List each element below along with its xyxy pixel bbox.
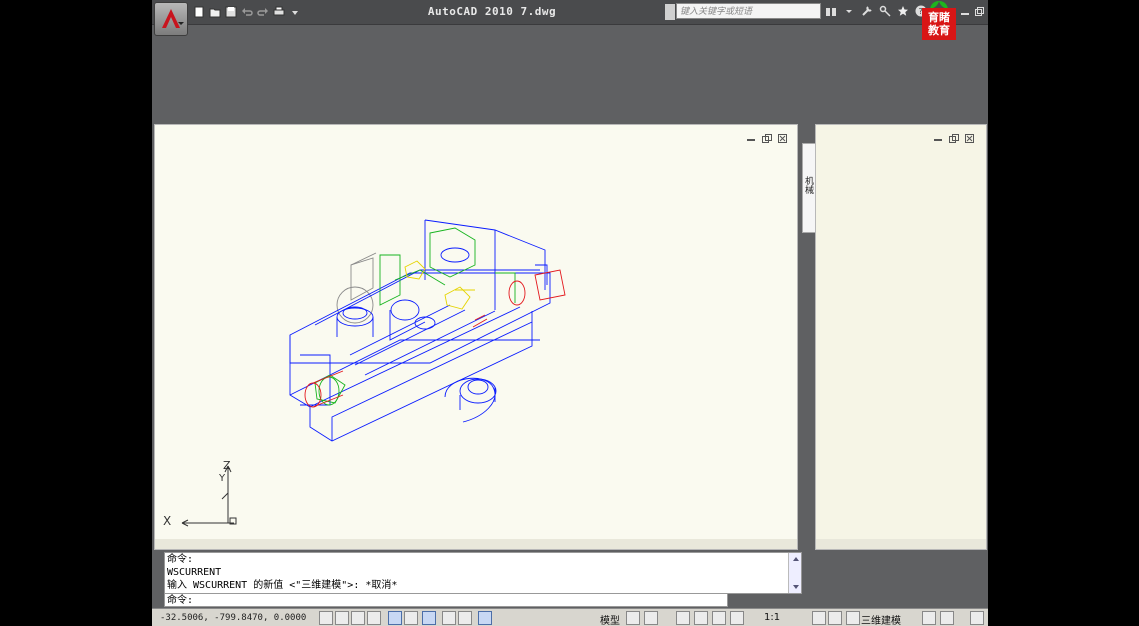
object-snap-icon[interactable] (388, 611, 402, 625)
search-input[interactable]: 键入关键字或短语 (676, 3, 821, 19)
palette-tab-label: 机械 (803, 176, 813, 194)
lineweight-icon[interactable] (478, 611, 492, 625)
pan-icon[interactable] (676, 611, 690, 625)
save-icon[interactable] (224, 5, 238, 19)
ucs-icon (181, 465, 237, 527)
title-bar: AutoCAD 2010 7.dwg 键入关键字或短语 ? (152, 0, 988, 25)
dynamic-ucs-icon[interactable] (442, 611, 456, 625)
logo-text-2: 教育 (928, 24, 950, 37)
open-icon[interactable] (208, 5, 222, 19)
palette-bottom-strip (816, 539, 986, 549)
application-menu-button[interactable] (154, 2, 188, 36)
logo-text-1: 育睹 (928, 11, 950, 24)
command-history-line: 输入 WSCURRENT 的新值 <"三维建模">: *取消* (167, 580, 398, 591)
drawing-viewport[interactable]: X Y Z (154, 124, 798, 550)
ucs-x-label: X (163, 514, 172, 528)
object-snap-tracking-icon[interactable] (422, 611, 436, 625)
close-icon[interactable] (964, 133, 975, 143)
ucs-z-label: Z (223, 459, 231, 472)
quick-access-toolbar (192, 4, 302, 20)
undo-icon[interactable] (240, 5, 254, 19)
search-expand-icon[interactable] (665, 4, 675, 20)
model-space-label[interactable]: 模型 (600, 612, 620, 626)
palette-side-tab[interactable]: 机械 (802, 143, 816, 233)
annotation-scale[interactable]: 1:1 (764, 612, 780, 623)
3d-object-snap-icon[interactable] (404, 611, 418, 625)
window-title: AutoCAD 2010 7.dwg (427, 5, 557, 18)
watermark-logo: 育睹 教育 (922, 0, 956, 40)
workspace-label[interactable]: 三维建模 (861, 612, 901, 626)
snap-mode-icon[interactable] (319, 611, 333, 625)
grid-display-icon[interactable] (335, 611, 349, 625)
command-scrollbar[interactable] (788, 553, 801, 593)
window-controls (960, 5, 988, 17)
hardware-acceleration-icon[interactable] (940, 611, 954, 625)
new-icon[interactable] (192, 5, 206, 19)
star-icon[interactable] (896, 4, 910, 18)
tool-palette[interactable] (815, 124, 987, 550)
binoculars-icon[interactable] (824, 4, 838, 18)
minimize-icon[interactable] (932, 133, 943, 143)
infocenter-toolbar: ? (824, 4, 928, 18)
command-history-line: 命令: (167, 554, 194, 565)
3d-model-wireframe[interactable] (155, 125, 797, 545)
viewport-bottom-strip (155, 539, 797, 549)
workspace-switching-icon[interactable] (846, 611, 860, 625)
model-yellow-parts (404, 260, 475, 310)
quick-view-drawings-icon[interactable] (644, 611, 658, 625)
auto-scale-icon[interactable] (828, 611, 842, 625)
steeringwheel-icon[interactable] (712, 611, 726, 625)
zoom-icon[interactable] (694, 611, 708, 625)
command-input[interactable]: 命令: (164, 593, 728, 607)
palette-window-controls (932, 133, 975, 143)
showmotion-icon[interactable] (730, 611, 744, 625)
quick-view-layouts-icon[interactable] (626, 611, 640, 625)
coordinate-readout: -32.5006, -799.8470, 0.0000 (160, 613, 307, 623)
status-bar: -32.5006, -799.8470, 0.0000 模型 1:1 三维建模 (152, 608, 988, 626)
polar-tracking-icon[interactable] (367, 611, 381, 625)
chevron-down-icon[interactable] (842, 4, 856, 18)
ucs-y-label: Y (219, 473, 226, 484)
clean-screen-icon[interactable] (970, 611, 984, 625)
plot-icon[interactable] (272, 5, 286, 19)
wrench-icon[interactable] (860, 4, 874, 18)
restore-icon[interactable] (974, 5, 984, 17)
redo-icon[interactable] (256, 5, 270, 19)
autocad-window: AutoCAD 2010 7.dwg 键入关键字或短语 ? 育睹 教育 X Y … (152, 0, 988, 626)
minimize-icon[interactable] (960, 5, 970, 17)
model-blue-body (289, 219, 551, 442)
ortho-mode-icon[interactable] (351, 611, 365, 625)
command-history-line: WSCURRENT (167, 567, 222, 578)
dynamic-input-icon[interactable] (458, 611, 472, 625)
key-icon[interactable] (878, 4, 892, 18)
lock-icon[interactable] (922, 611, 936, 625)
annotation-visibility-icon[interactable] (812, 611, 826, 625)
dropdown-icon[interactable] (288, 5, 302, 19)
command-history[interactable]: 命令: WSCURRENT 输入 WSCURRENT 的新值 <"三维建模">:… (164, 552, 802, 594)
restore-icon[interactable] (948, 133, 959, 143)
